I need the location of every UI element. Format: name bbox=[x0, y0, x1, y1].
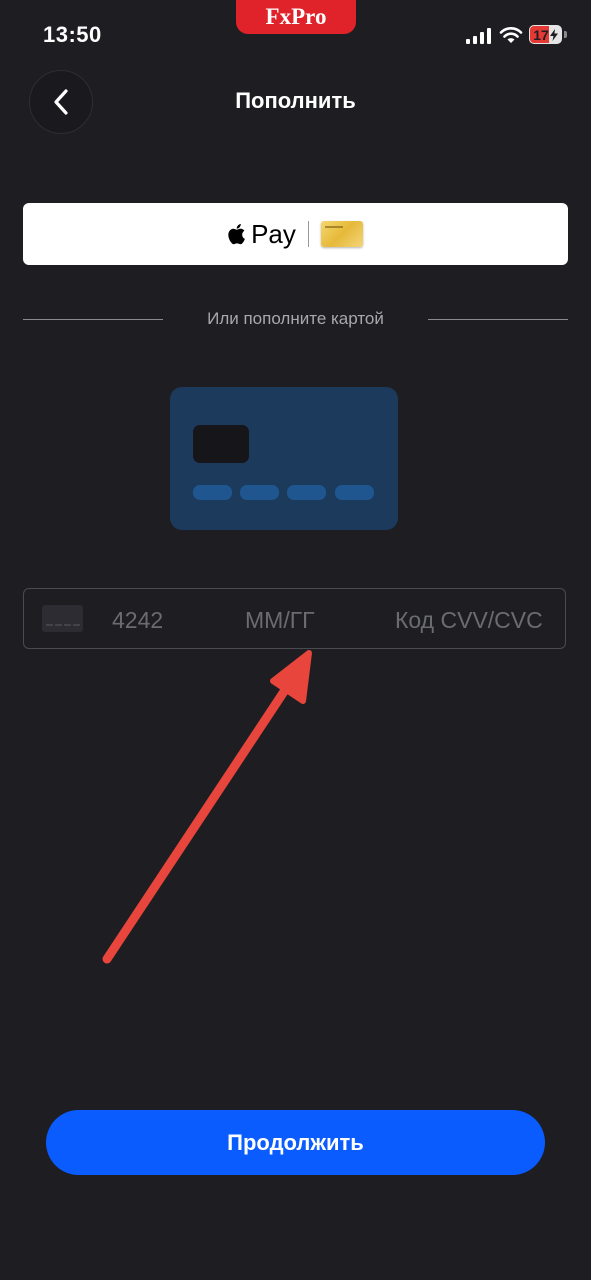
battery-level: 17 bbox=[533, 26, 549, 43]
apple-pay-label: Pay bbox=[251, 218, 296, 249]
card-number-dash bbox=[335, 485, 374, 500]
continue-button[interactable]: Продолжить bbox=[46, 1110, 545, 1175]
card-details-input[interactable]: 4242 ММ/ГГ Код CVV/CVC bbox=[23, 588, 566, 649]
card-number-dash bbox=[287, 485, 326, 500]
card-number-dash bbox=[240, 485, 279, 500]
charging-bolt-icon bbox=[549, 28, 558, 41]
apple-icon bbox=[228, 224, 245, 245]
bank-card-thumbnail bbox=[320, 221, 363, 247]
battery-indicator: 17 bbox=[529, 25, 562, 44]
card-icon bbox=[42, 605, 83, 632]
divider-line-right bbox=[428, 319, 568, 320]
cvv-field[interactable]: Код CVV/CVC bbox=[395, 607, 543, 634]
expiry-field[interactable]: ММ/ГГ bbox=[245, 607, 315, 634]
annotation-arrow bbox=[102, 650, 312, 964]
signal-icon bbox=[466, 28, 491, 44]
card-chip bbox=[193, 425, 249, 463]
status-time: 13:50 bbox=[43, 22, 102, 47]
card-illustration bbox=[170, 387, 398, 530]
apple-pay-button[interactable]: Pay bbox=[23, 203, 568, 265]
brand-logo: FxPro bbox=[236, 0, 356, 34]
page-title: Пополнить bbox=[235, 88, 356, 113]
wifi-icon bbox=[499, 27, 523, 43]
battery-cap bbox=[564, 31, 567, 38]
card-number-dash bbox=[193, 485, 232, 500]
card-number-field[interactable]: 4242 bbox=[112, 607, 163, 634]
apple-pay-divider bbox=[307, 221, 309, 247]
